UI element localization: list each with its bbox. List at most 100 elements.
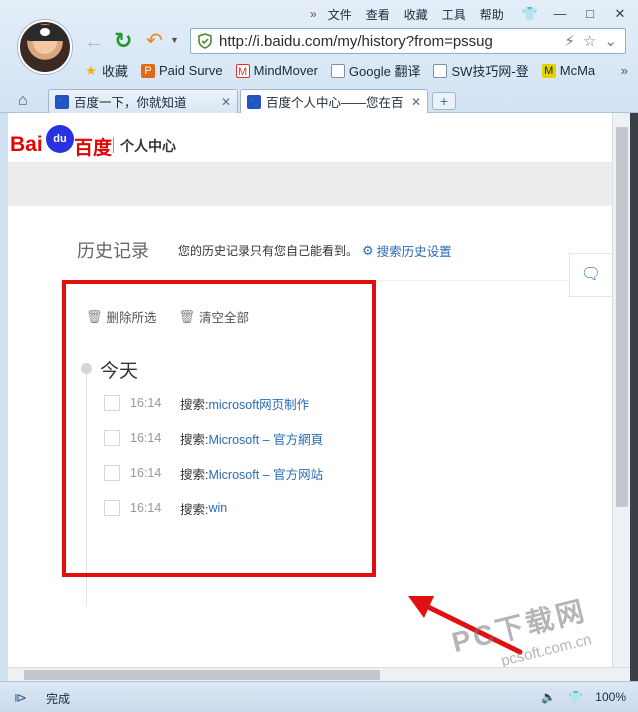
divider xyxy=(68,280,612,281)
baidu-paw-icon: 🐾 xyxy=(55,94,69,109)
baidu-paw-logo-icon[interactable]: du xyxy=(46,125,74,153)
window-edge xyxy=(630,113,638,693)
row-query-link[interactable]: win xyxy=(208,501,227,515)
menu-bar: » 文件 查看 收藏 工具 帮助 xyxy=(310,7,511,23)
minimize-button[interactable]: — xyxy=(550,5,570,23)
row-time: 16:14 xyxy=(130,501,162,515)
vertical-scroll-thumb[interactable] xyxy=(616,127,628,507)
close-window-button[interactable]: ✕ xyxy=(610,5,630,23)
maximize-button[interactable]: □ xyxy=(580,5,600,23)
undo-icon[interactable]: ↶ xyxy=(146,28,163,53)
favorites-bar: ★ 收藏 P Paid Surve M MindMover Google 翻译 … xyxy=(84,61,608,80)
history-description: 您的历史记录只有您自己能看到。 xyxy=(178,244,359,258)
menu-file[interactable]: 文件 xyxy=(321,7,359,23)
row-prefix: 搜索: xyxy=(180,432,209,447)
menu-more-icon[interactable]: » xyxy=(310,7,321,23)
baidu-logo-text[interactable]: Bai xyxy=(10,133,43,157)
fav-item-mcma[interactable]: M McMa xyxy=(541,63,596,78)
horizontal-scrollbar[interactable] xyxy=(8,667,630,681)
fav-label: McMa xyxy=(559,63,596,78)
page-icon xyxy=(330,63,345,78)
row-query-link[interactable]: Microsoft – 官方网站 xyxy=(208,464,323,483)
fav-label: SW技巧网-登 xyxy=(451,64,529,79)
back-arrow-icon[interactable]: ← xyxy=(84,31,104,54)
url-text[interactable]: http://i.baidu.com/my/history?from=pssug xyxy=(219,33,564,50)
menu-favorites[interactable]: 收藏 xyxy=(397,7,435,23)
personal-center-title: 个人中心 xyxy=(120,138,176,154)
fav-item-sw-tips[interactable]: SW技巧网-登 xyxy=(433,61,529,80)
row-time: 16:14 xyxy=(130,396,162,410)
tab-close-icon[interactable]: ✕ xyxy=(411,95,421,109)
row-query-link[interactable]: microsoft网页制作 xyxy=(208,394,309,413)
star-icon: ★ xyxy=(85,62,97,78)
baidu-logo-chinese[interactable]: 百度 xyxy=(74,133,112,160)
fav-label: Paid Surve xyxy=(159,63,223,78)
address-bar[interactable]: http://i.baidu.com/my/history?from=pssug… xyxy=(190,28,626,54)
timeline-dot xyxy=(81,363,92,374)
history-actions: 🗑 删除所选 🗑 清空全部 xyxy=(86,307,249,326)
browser-chrome: » 文件 查看 收藏 工具 帮助 👕 — □ ✕ ← ↻ ↶ ▼ http://… xyxy=(0,0,638,113)
row-prefix: 搜索: xyxy=(180,502,209,517)
home-icon[interactable]: ⌂ xyxy=(18,92,28,110)
refresh-icon[interactable]: ↻ xyxy=(114,28,132,54)
feedback-float-button[interactable]: 🗨 xyxy=(569,253,612,297)
mindmover-icon: M xyxy=(235,63,250,78)
row-checkbox[interactable] xyxy=(104,500,120,516)
header-band xyxy=(8,163,612,206)
fav-item-mindmover[interactable]: M MindMover xyxy=(235,63,318,78)
new-tab-button[interactable]: + xyxy=(432,92,456,110)
address-dropdown-icon[interactable]: ⌄ xyxy=(604,32,617,50)
zoom-level[interactable]: 100% xyxy=(595,690,626,704)
chat-icon: 🗨 xyxy=(580,266,602,283)
menu-tools[interactable]: 工具 xyxy=(435,7,473,23)
row-time: 16:14 xyxy=(130,431,162,445)
logo-divider xyxy=(113,137,114,153)
volume-icon[interactable]: 🔈 xyxy=(541,690,556,704)
speed-mode-icon[interactable]: ⚡ xyxy=(564,32,575,50)
row-checkbox[interactable] xyxy=(104,430,120,446)
tab-strip: ⌂ 🐾 百度一下，你就知道 ✕ 🐾 百度个人中心——您在百 ✕ + xyxy=(0,86,638,113)
row-checkbox[interactable] xyxy=(104,395,120,411)
history-settings-link[interactable]: ⚙ 搜索历史设置 xyxy=(362,241,452,260)
clear-all-button[interactable]: 🗑 清空全部 xyxy=(179,307,250,326)
fav-item-paid-survey[interactable]: P Paid Surve xyxy=(141,63,223,78)
horizontal-scroll-thumb[interactable] xyxy=(24,670,380,680)
fav-label: Google 翻译 xyxy=(348,64,421,79)
skin-icon[interactable]: 👕 xyxy=(520,5,540,23)
row-checkbox[interactable] xyxy=(104,465,120,481)
history-settings-label: 搜索历史设置 xyxy=(376,245,452,259)
shirt-icon[interactable]: 👕 xyxy=(568,690,583,704)
vertical-scrollbar[interactable] xyxy=(612,113,630,667)
trash-icon: 🗑 xyxy=(86,308,103,324)
user-avatar[interactable] xyxy=(18,20,72,74)
history-row: 16:14 搜索: Microsoft – 官方網頁 xyxy=(104,428,323,448)
row-query-link[interactable]: Microsoft – 官方網頁 xyxy=(208,429,323,448)
baidu-paw-icon: 🐾 xyxy=(247,94,261,109)
mcma-icon: M xyxy=(541,63,556,78)
bookmark-star-icon[interactable]: ☆ xyxy=(583,32,596,50)
undo-dropdown-icon[interactable]: ▼ xyxy=(170,35,179,45)
tab-close-icon[interactable]: ✕ xyxy=(221,95,231,109)
row-prefix: 搜索: xyxy=(180,467,209,482)
history-row: 16:14 搜索: microsoft网页制作 xyxy=(104,393,309,413)
fav-label: MindMover xyxy=(253,63,318,78)
fav-item-collect[interactable]: ★ 收藏 xyxy=(84,61,128,80)
page-icon xyxy=(433,63,448,78)
delete-selected-button[interactable]: 🗑 删除所选 xyxy=(86,307,157,326)
sidebar-toggle-icon[interactable]: ⧐ xyxy=(14,690,27,706)
baidu-header: Bai du 百度 个人中心 xyxy=(8,113,612,163)
menu-view[interactable]: 查看 xyxy=(359,7,397,23)
tab-title: 百度一下，你就知道 xyxy=(74,96,187,110)
menu-help[interactable]: 帮助 xyxy=(473,7,511,23)
tab-title: 百度个人中心——您在百 xyxy=(266,96,404,110)
row-prefix: 搜索: xyxy=(180,397,209,412)
fav-item-google-translate[interactable]: Google 翻译 xyxy=(330,61,421,80)
fav-label: 收藏 xyxy=(102,64,129,79)
paid-survey-icon: P xyxy=(141,63,156,78)
favorites-more-icon[interactable]: » xyxy=(621,63,628,78)
tab-baidu-center[interactable]: 🐾 百度个人中心——您在百 ✕ xyxy=(240,89,428,113)
tab-baidu-search[interactable]: 🐾 百度一下，你就知道 ✕ xyxy=(48,89,238,113)
security-shield-icon xyxy=(198,33,212,49)
status-tools: 🔈 👕 100% xyxy=(541,690,626,704)
delete-selected-label: 删除所选 xyxy=(106,311,157,325)
